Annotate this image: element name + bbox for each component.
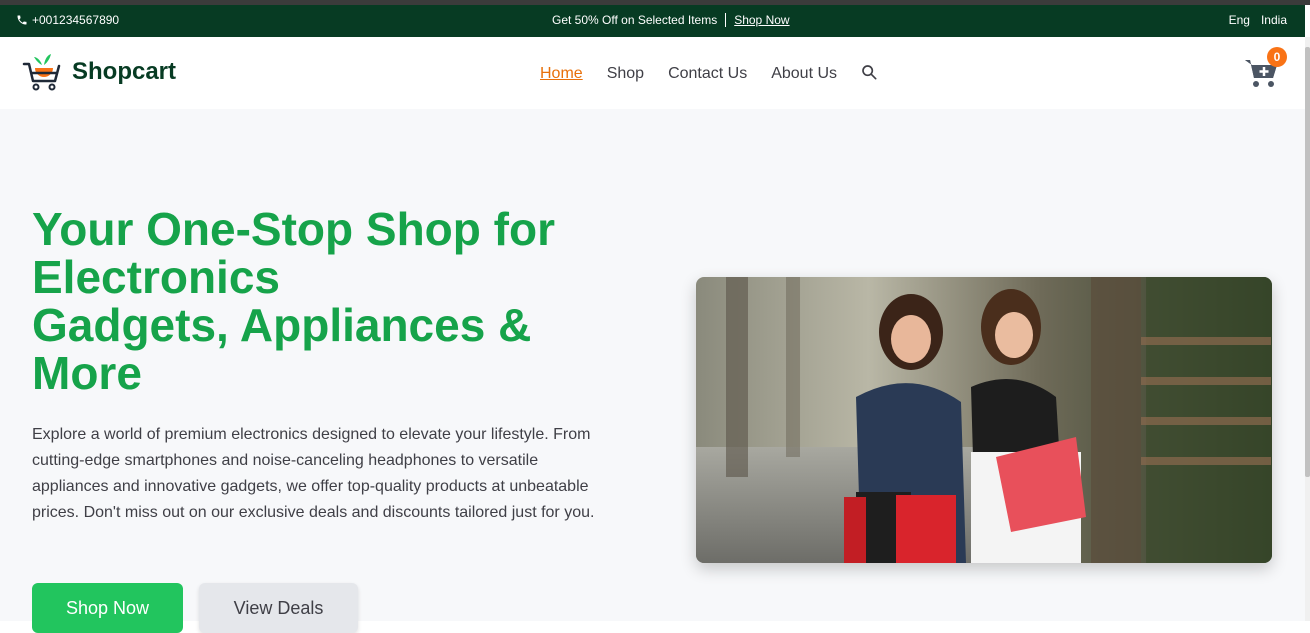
language-selector[interactable]: Eng	[1229, 13, 1250, 27]
announcement-bar: +001234567890 Get 50% Off on Selected It…	[0, 5, 1305, 37]
search-icon	[862, 65, 877, 80]
promo-shop-now-link[interactable]: Shop Now	[734, 13, 789, 27]
promo-banner: Get 50% Off on Selected Items Shop Now	[552, 13, 790, 27]
promo-text: Get 50% Off on Selected Items	[552, 13, 718, 27]
cart-count-badge: 0	[1267, 47, 1287, 67]
locale-selector: Eng India	[1229, 13, 1287, 27]
nav-link-contact-us[interactable]: Contact Us	[668, 65, 747, 83]
nav-link-about-us[interactable]: About Us	[771, 65, 837, 83]
phone-icon	[17, 15, 27, 25]
nav-link-home[interactable]: Home	[540, 65, 583, 83]
hero-description: Explore a world of premium electronics d…	[32, 426, 595, 521]
view-deals-button[interactable]: View Deals	[199, 583, 358, 633]
search-button[interactable]	[861, 64, 877, 85]
phone-number: +001234567890	[32, 13, 120, 27]
cart-button[interactable]: 0	[1244, 47, 1287, 89]
hero-title-line: Your One-Stop Shop for	[32, 203, 555, 255]
scrollbar-thumb[interactable]	[1305, 47, 1310, 477]
page-scrollbar[interactable]	[1305, 37, 1310, 621]
country-selector[interactable]: India	[1261, 13, 1287, 27]
nav-links: Home Shop Contact Us About Us	[540, 63, 877, 85]
brand-name: Shopcart	[72, 58, 177, 85]
main-navbar: Shopcart Home Shop Contact Us About Us 0	[0, 37, 1305, 109]
shopping-cart-logo-icon	[22, 54, 61, 91]
hero-title-line: Electronics	[32, 251, 280, 303]
hero-title: Your One-Stop Shop for Electronics Gadge…	[32, 205, 652, 397]
hero-section: Your One-Stop Shop for Electronics Gadge…	[0, 109, 1305, 633]
brand-logo[interactable]: Shopcart	[22, 51, 176, 93]
phone-contact[interactable]: +001234567890	[16, 13, 119, 27]
nav-link-shop[interactable]: Shop	[607, 65, 644, 83]
shop-now-button[interactable]: Shop Now	[32, 583, 183, 633]
hero-image	[696, 277, 1272, 563]
shoppers-photo	[696, 277, 1272, 563]
hero-title-line: Gadgets, Appliances &	[32, 299, 532, 351]
hero-title-line: More	[32, 347, 142, 399]
promo-divider	[725, 13, 727, 27]
